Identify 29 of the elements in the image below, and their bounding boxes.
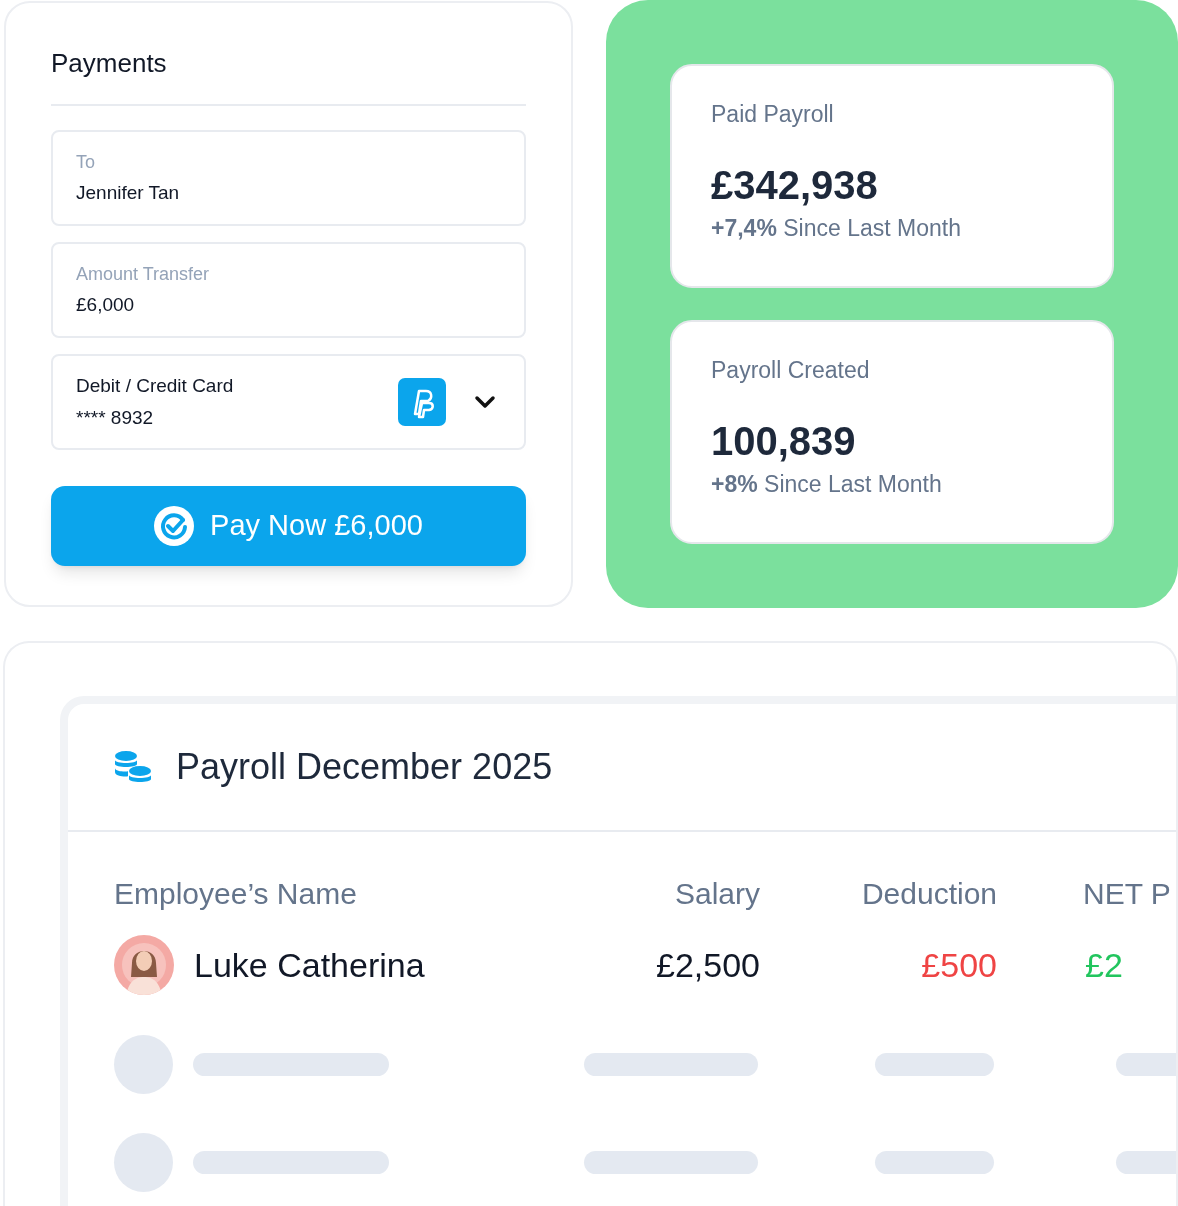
payment-logo-icon bbox=[398, 378, 446, 426]
input-field[interactable]: To Jennifer Tan bbox=[51, 130, 526, 226]
deduction-cell-text: £500 bbox=[920, 945, 997, 985]
stat-value: £342,938 bbox=[711, 163, 879, 207]
net-pay-cell: £2 bbox=[1085, 945, 1123, 985]
field-label: Amount Transfer bbox=[76, 263, 211, 285]
stat-change: +8% Since Last Month bbox=[711, 470, 943, 499]
salary-cell-text: £2,500 bbox=[655, 945, 760, 985]
payments-title: Payments bbox=[51, 47, 168, 80]
column-header: Deduction bbox=[860, 876, 997, 912]
employee-name: Luke Catherina bbox=[194, 945, 425, 985]
column-header: Employee’s Name bbox=[114, 876, 358, 912]
column-header: NET P bbox=[1083, 876, 1171, 912]
stat-label: Payroll Created bbox=[711, 356, 871, 385]
coins-icon bbox=[114, 750, 152, 784]
field-label: Debit / Credit Card bbox=[76, 374, 235, 398]
column-header: Salary bbox=[673, 876, 760, 912]
field-label: To bbox=[76, 151, 96, 173]
chevron-down-icon[interactable] bbox=[474, 395, 496, 409]
card-select[interactable]: Debit / Credit Card **** 8932 bbox=[51, 354, 526, 450]
stat-label: Paid Payroll bbox=[711, 100, 835, 129]
check-circle-icon bbox=[154, 506, 195, 546]
input-field[interactable]: Amount Transfer £6,000 bbox=[51, 242, 526, 338]
payroll-title: Payroll December 2025 bbox=[176, 745, 553, 789]
stat-change: +7,4% Since Last Month bbox=[711, 214, 962, 243]
stat-value: 100,839 bbox=[711, 419, 857, 463]
field-value: Jennifer Tan bbox=[76, 181, 181, 205]
field-value: £6,000 bbox=[76, 293, 136, 317]
field-value: **** 8932 bbox=[76, 406, 155, 430]
